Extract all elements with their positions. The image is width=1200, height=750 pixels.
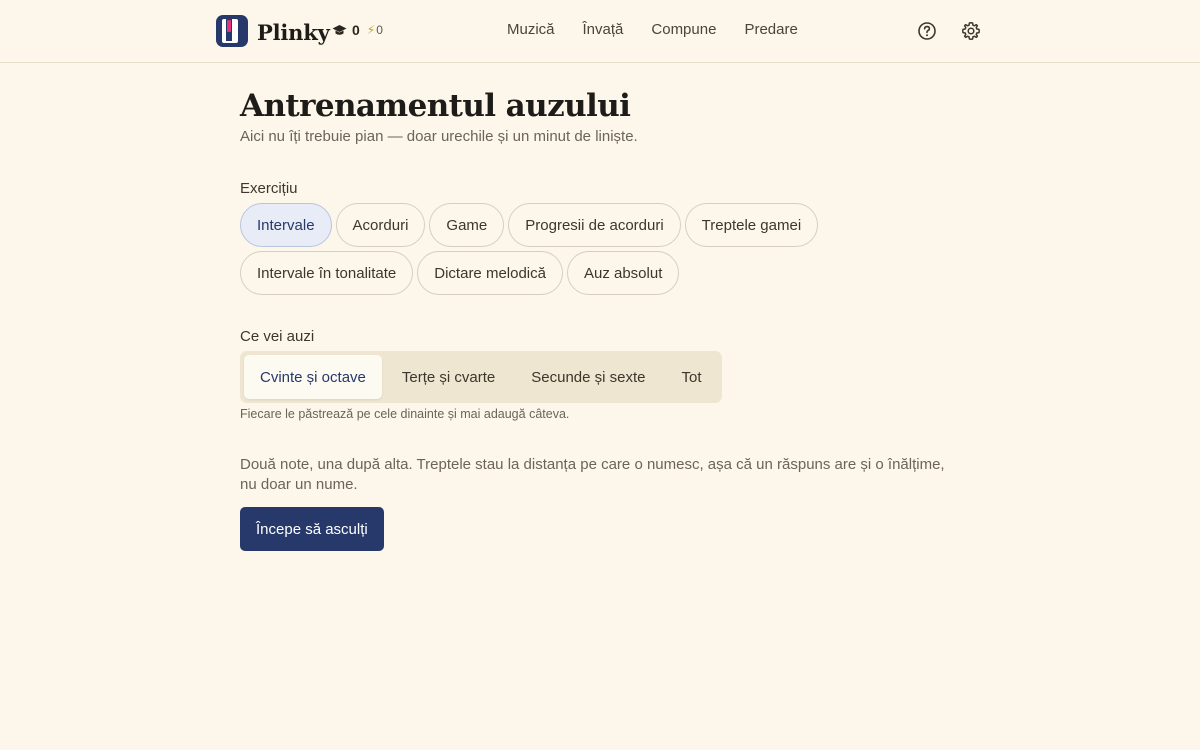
exercise-chip-progresii[interactable]: Progresii de acorduri (508, 203, 681, 247)
exercise-chip-acorduri[interactable]: Acorduri (335, 203, 426, 247)
gear-icon (962, 22, 980, 40)
exercise-options: Intervale Acorduri Game Progresii de aco… (240, 203, 840, 299)
exercise-description: Două note, una după alta. Treptele stau … (240, 456, 945, 493)
brand[interactable]: Plinky (216, 15, 330, 47)
brand-name: Plinky (257, 19, 330, 45)
plinky-logo-icon (216, 15, 248, 47)
exercise-chip-auz-absolut[interactable]: Auz absolut (566, 251, 680, 295)
nav-item-muzica[interactable]: Muzică (507, 21, 555, 39)
streak-count: 0 (376, 23, 383, 37)
exercise-label: Exercițiu (240, 180, 298, 197)
top-bar: Plinky 0 ⚡ 0 Muzică Învață Compune Preda… (0, 0, 1200, 63)
exercise-chip-dictare[interactable]: Dictare melodică (417, 251, 563, 295)
hear-option-secunde[interactable]: Secunde și sexte (515, 355, 661, 399)
graduation-cap-icon (332, 23, 347, 37)
user-stats: 0 ⚡ 0 (332, 22, 383, 38)
help-icon (918, 22, 936, 40)
page-title: Antrenamentul auzului (240, 88, 631, 124)
exercise-chip-intervale[interactable]: Intervale (240, 203, 332, 247)
bolt-icon: ⚡ (366, 23, 376, 37)
exercise-chip-treptele[interactable]: Treptele gamei (684, 203, 819, 247)
start-listening-button[interactable]: Începe să asculți (240, 507, 384, 551)
hear-hint: Fiecare le păstrează pe cele dinainte și… (240, 407, 570, 421)
exercise-chip-intervale-tonalitate[interactable]: Intervale în tonalitate (240, 251, 414, 295)
exercise-chip-game[interactable]: Game (429, 203, 505, 247)
hear-segmented-control: Cvinte și octave Terțe și cvarte Secunde… (240, 351, 722, 403)
hear-option-cvinte[interactable]: Cvinte și octave (244, 355, 382, 399)
top-actions (916, 20, 982, 42)
hear-option-terte[interactable]: Terțe și cvarte (386, 355, 511, 399)
main-nav: Muzică Învață Compune Predare (507, 21, 798, 39)
settings-button[interactable] (960, 20, 982, 42)
hear-option-tot[interactable]: Tot (666, 355, 718, 399)
level-count: 0 (352, 22, 360, 38)
nav-item-predare[interactable]: Predare (744, 21, 797, 39)
nav-item-compune[interactable]: Compune (651, 21, 716, 39)
page-subtitle: Aici nu îți trebuie pian — doar urechile… (240, 128, 638, 145)
nav-item-invata[interactable]: Învață (583, 21, 624, 39)
help-button[interactable] (916, 20, 938, 42)
hear-label: Ce vei auzi (240, 328, 315, 345)
